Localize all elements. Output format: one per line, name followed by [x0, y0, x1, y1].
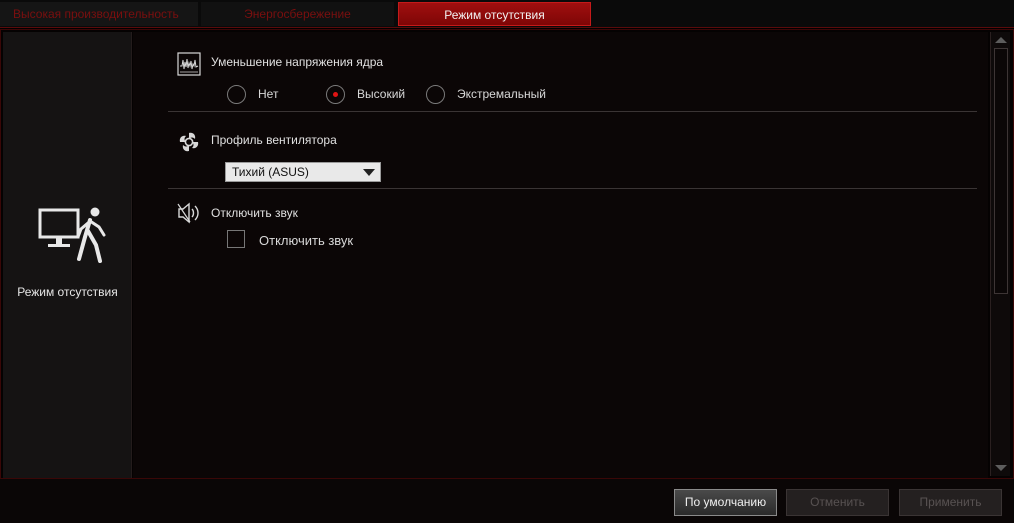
scrollbar-thumb[interactable] [994, 48, 1008, 294]
fan-profile-select[interactable]: Тихий (ASUS) [225, 162, 381, 182]
radio-high-dot[interactable] [326, 84, 345, 104]
section-divider [168, 111, 977, 112]
side-panel-label: Режим отсутствия [17, 285, 118, 299]
settings-panel: Уменьшение напряжения ядра Нет Высокий Э… [133, 32, 988, 478]
radio-high-label: Высокий [357, 87, 406, 101]
radio-high[interactable]: Высокий [326, 84, 405, 104]
monitor-walking-person-icon [38, 207, 106, 263]
radio-none-dot[interactable] [227, 84, 246, 104]
radio-none[interactable]: Нет [227, 84, 278, 104]
mute-checkbox[interactable] [227, 230, 245, 248]
radio-extreme-dot[interactable] [426, 84, 445, 104]
speaker-mute-icon [177, 202, 199, 224]
fan-profile-value: Тихий (ASUS) [232, 165, 309, 179]
scroll-up-arrow-icon[interactable] [994, 34, 1008, 46]
mode-side-panel: Режим отсутствия [3, 32, 132, 478]
cancel-button[interactable]: Отменить [786, 489, 889, 516]
tab-power-saving[interactable]: Энергосбережение [201, 2, 394, 26]
apply-button[interactable]: Применить [899, 489, 1002, 516]
mode-tabs: Высокая производительность Энергосбереже… [0, 0, 1014, 28]
action-bar: По умолчанию Отменить Применить [0, 479, 1014, 523]
default-button[interactable]: По умолчанию [674, 489, 777, 516]
mute-title: Отключить звук [211, 206, 298, 220]
scroll-down-arrow-icon[interactable] [994, 462, 1008, 474]
mute-checkbox-label[interactable]: Отключить звук [259, 233, 353, 248]
radio-none-label: Нет [258, 87, 279, 101]
chevron-down-icon[interactable] [363, 169, 375, 176]
tab-high-performance[interactable]: Высокая производительность [0, 2, 198, 26]
waveform-chart-icon [177, 52, 201, 76]
vertical-scrollbar[interactable] [990, 32, 1010, 476]
section-divider [168, 188, 977, 189]
radio-extreme[interactable]: Экстремальный [426, 84, 546, 104]
fan-profile-title: Профиль вентилятора [211, 133, 337, 147]
radio-extreme-label: Экстремальный [457, 87, 546, 101]
fan-icon [179, 132, 199, 152]
core-voltage-title: Уменьшение напряжения ядра [211, 55, 384, 69]
tab-away-mode[interactable]: Режим отсутствия [398, 2, 591, 26]
